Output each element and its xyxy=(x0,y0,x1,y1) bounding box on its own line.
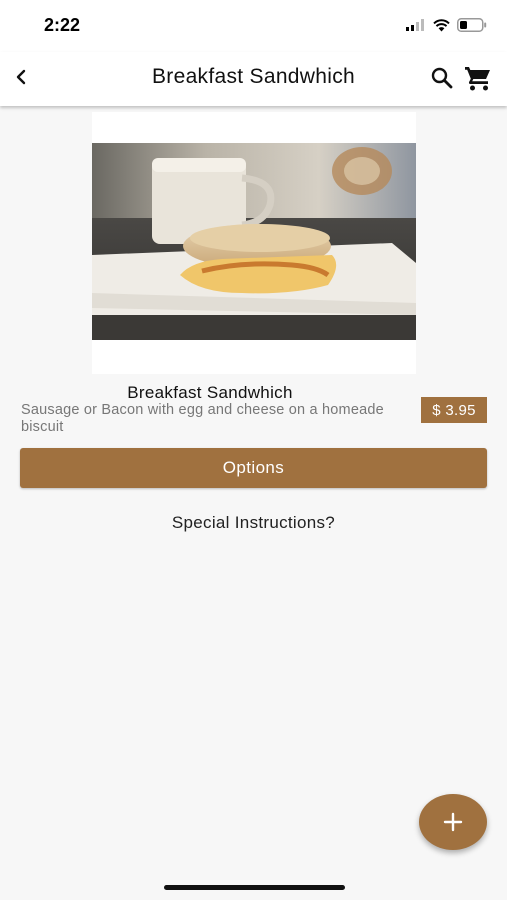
back-chevron-icon xyxy=(16,69,26,85)
status-icons xyxy=(406,16,487,34)
signal-icon xyxy=(406,19,424,31)
special-instructions-link[interactable]: Special Instructions? xyxy=(0,513,507,533)
cart-button[interactable] xyxy=(462,63,494,93)
options-button[interactable]: Options xyxy=(20,448,487,488)
add-to-cart-fab[interactable] xyxy=(419,794,487,850)
product-image-card xyxy=(92,112,416,374)
plus-icon xyxy=(443,812,463,832)
wifi-icon xyxy=(433,18,450,31)
home-indicator xyxy=(164,885,345,890)
search-icon xyxy=(431,67,453,89)
back-button[interactable] xyxy=(6,62,36,92)
status-bar: 2:22 xyxy=(0,0,507,52)
item-description: Sausage or Bacon with egg and cheese on … xyxy=(21,402,384,435)
item-name: Breakfast Sandwhich xyxy=(127,383,293,402)
price-badge: $ 3.95 xyxy=(421,397,487,423)
cart-icon xyxy=(465,67,490,91)
page-title: Breakfast Sandwhich xyxy=(152,65,355,88)
product-photo xyxy=(92,143,416,340)
battery-icon xyxy=(457,18,487,32)
app-bar: Breakfast Sandwhich xyxy=(0,52,507,106)
search-button[interactable] xyxy=(428,64,456,92)
status-time: 2:22 xyxy=(44,15,81,35)
